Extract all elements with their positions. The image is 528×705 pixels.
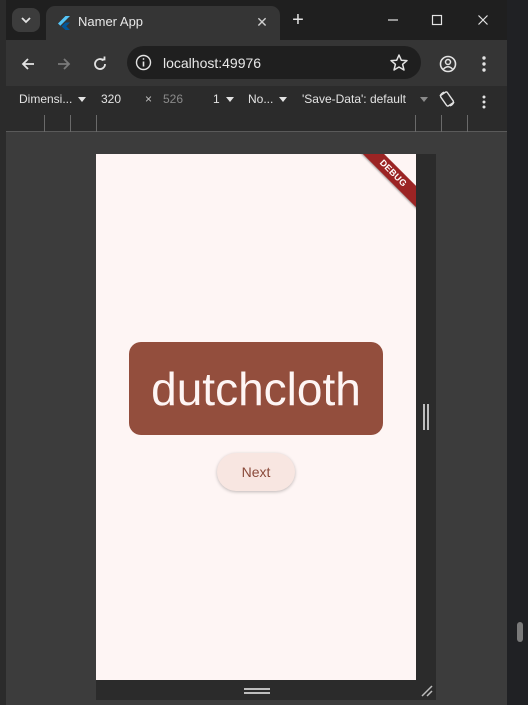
account-circle-icon [439, 55, 457, 73]
device-toolbar: Dimensi... 320 × 526 1 No... 'Save-Data'… [6, 86, 507, 112]
dpr-label: 1 [213, 92, 220, 106]
caret-down-icon [419, 97, 428, 103]
url-text: localhost:49976 [163, 55, 262, 71]
close-window-button[interactable] [468, 8, 498, 32]
reload-icon [94, 56, 106, 70]
resize-corner-icon [421, 685, 433, 697]
device-toolbar-menu-button[interactable] [482, 92, 486, 109]
grip-icon [423, 404, 425, 430]
app-screen: DEBUG dutchcloth Next [96, 154, 416, 680]
forward-button[interactable] [52, 52, 76, 76]
browser-tab[interactable]: Namer App ✕ [46, 6, 280, 40]
site-info-icon[interactable] [135, 54, 152, 71]
grip-icon [244, 688, 270, 690]
height-input[interactable]: 526 [163, 86, 193, 112]
caret-down-icon [279, 97, 288, 103]
bottom-resize-handle[interactable] [96, 680, 436, 700]
more-vert-icon [482, 56, 486, 72]
new-tab-button[interactable]: + [286, 8, 310, 32]
ruler-tick [70, 115, 71, 132]
word-pair-text: dutchcloth [151, 362, 361, 415]
more-vert-icon [482, 95, 486, 109]
tab-close-icon[interactable]: ✕ [252, 12, 272, 32]
ruler-tick [441, 115, 442, 132]
scrollbar-thumb[interactable] [517, 622, 523, 642]
close-icon [478, 15, 488, 25]
maximize-button[interactable] [422, 8, 452, 32]
debug-banner: DEBUG [348, 154, 416, 218]
arrow-left-icon [21, 58, 34, 70]
caret-down-icon [225, 97, 234, 103]
arrow-right-icon [58, 58, 71, 70]
reload-button[interactable] [88, 52, 112, 76]
times-symbol: × [145, 92, 153, 106]
width-input[interactable]: 320 [101, 86, 131, 112]
minimize-button[interactable] [378, 8, 408, 32]
screen-rotation-icon [439, 91, 455, 107]
throttle-select[interactable]: No... [248, 86, 288, 112]
profile-button[interactable] [436, 52, 460, 76]
chevron-down-icon [21, 17, 31, 24]
background-page-scrollbar [507, 0, 528, 705]
ruler-tick [44, 115, 45, 132]
save-data-select[interactable]: 'Save-Data': default [302, 86, 428, 112]
back-button[interactable] [16, 52, 40, 76]
corner-resize-handle[interactable] [416, 680, 436, 700]
next-button[interactable]: Next [217, 453, 295, 491]
maximize-icon [431, 14, 443, 26]
dimensions-label: Dimensi... [19, 92, 73, 106]
dimensions-select[interactable]: Dimensi... [19, 86, 87, 112]
ruler-tick [467, 115, 468, 132]
minimize-icon [388, 19, 398, 21]
throttle-label: No... [248, 92, 274, 106]
word-card: dutchcloth [129, 342, 383, 435]
dpr-select[interactable]: 1 [213, 86, 234, 112]
tab-search-button[interactable] [12, 8, 40, 32]
ruler-tick [96, 115, 97, 132]
save-data-label: 'Save-Data': default [302, 92, 406, 106]
bookmark-star-icon[interactable] [389, 53, 409, 73]
right-resize-handle[interactable] [416, 154, 436, 680]
flutter-logo-icon [58, 16, 70, 30]
rotate-button[interactable] [438, 90, 456, 108]
browser-menu-button[interactable] [472, 52, 496, 76]
media-query-ruler[interactable] [6, 112, 507, 132]
ruler-tick [415, 115, 416, 132]
tab-title: Namer App [78, 14, 144, 29]
address-bar[interactable]: localhost:49976 [127, 46, 421, 79]
caret-down-icon [78, 97, 87, 103]
